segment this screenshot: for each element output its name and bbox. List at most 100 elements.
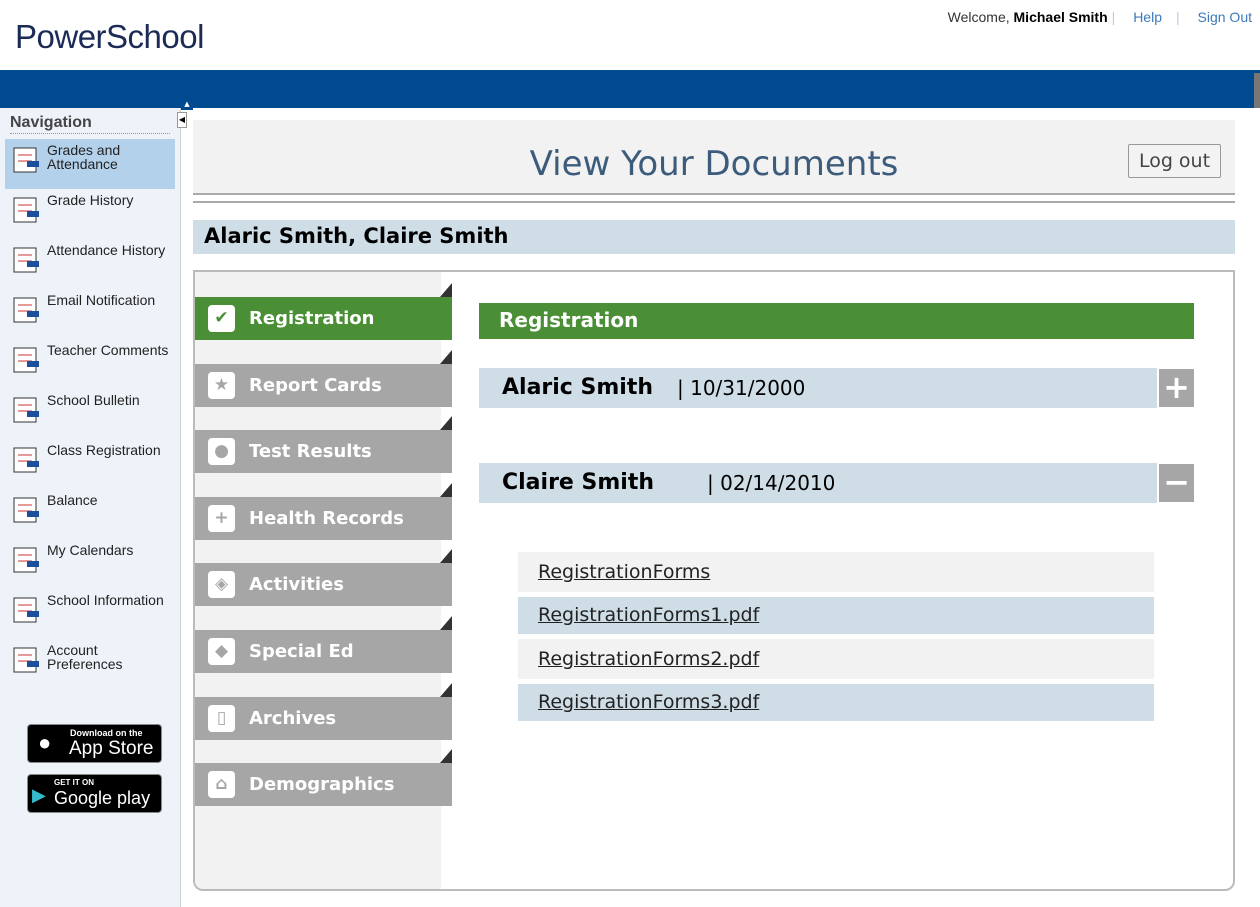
student-names: Alaric Smith, Claire Smith: [193, 220, 1235, 254]
sidebar-item[interactable]: School Bulletin: [5, 389, 175, 439]
tab-label: Activities: [249, 574, 344, 596]
tab-icon: ●: [208, 438, 235, 466]
preferences-icon: [11, 645, 41, 675]
tab-special-ed[interactable]: ◆ Special Ed: [195, 616, 452, 673]
user-name: Michael Smith: [1013, 9, 1108, 25]
attendance-history-icon: [11, 245, 41, 275]
sidebar-item-label: My Calendars: [47, 542, 134, 558]
tab-fold: [440, 283, 452, 297]
email-icon: [11, 295, 41, 325]
tab-icon: ▯: [208, 704, 235, 732]
sidebar-item[interactable]: School Information: [5, 589, 175, 639]
google-play-badge[interactable]: ▶ GET IT ON Google play: [27, 774, 162, 813]
expand-button[interactable]: +: [1159, 369, 1194, 407]
top-nav: Welcome, Michael Smith | Help | Sign Out: [947, 9, 1252, 25]
tab-fold: [440, 616, 452, 630]
document-link[interactable]: RegistrationForms1.pdf: [538, 604, 759, 626]
tab-label: Special Ed: [249, 641, 354, 662]
badge-small-text: GET IT ON: [54, 778, 94, 787]
school-icon: [11, 595, 41, 625]
student-name: Alaric Smith: [502, 375, 653, 400]
scrollbar[interactable]: [1254, 73, 1260, 108]
collapse-sidebar-icon[interactable]: ◀: [177, 112, 187, 128]
student-row: Claire Smith | 02/14/2010: [479, 463, 1157, 503]
sidebar-item-label: School Bulletin: [47, 392, 140, 408]
sidebar-item-label: Teacher Comments: [47, 342, 169, 358]
class-registration-icon: [11, 445, 41, 475]
tab-fold: [440, 549, 452, 564]
sidebar-item-label: Grade History: [47, 192, 134, 208]
comments-icon: [11, 345, 41, 375]
apple-icon: ●: [38, 730, 52, 755]
birth-date: | 10/31/2000: [677, 376, 806, 400]
powerschool-logo[interactable]: PowerSchool: [15, 18, 204, 56]
sidebar-item[interactable]: Grades and Attendance: [5, 139, 175, 189]
tab-fold: [440, 482, 452, 497]
badge-big-text: App Store: [69, 738, 154, 759]
tab-label: Registration: [249, 308, 375, 329]
welcome-text: Welcome,: [947, 9, 1010, 25]
sidebar: Navigation Grades and Attendance Grade Hi…: [0, 108, 181, 907]
sidebar-item-label: Class Registration: [47, 442, 161, 458]
student-row: Alaric Smith | 10/31/2000: [479, 368, 1157, 408]
sidebar-item[interactable]: Attendance History: [5, 239, 175, 289]
document-row: RegistrationForms1.pdf: [518, 597, 1154, 634]
help-link[interactable]: Help: [1133, 9, 1162, 25]
grade-history-icon: [11, 195, 41, 225]
document-link[interactable]: RegistrationForms: [538, 561, 710, 583]
tab-demographics[interactable]: ⌂ Demographics: [195, 749, 452, 807]
tab-fold: [440, 416, 452, 431]
app-store-badge[interactable]: ● Download on the App Store: [27, 724, 162, 763]
document-link[interactable]: RegistrationForms2.pdf: [538, 648, 759, 670]
documents-panel: ✔ Registration ★ Report Cards ● Test Results +…: [193, 270, 1235, 891]
collapse-button[interactable]: −: [1159, 464, 1194, 502]
tab-activities[interactable]: ◈ Activities: [195, 549, 452, 607]
tab-fold: [440, 349, 452, 364]
badge-big-text: Google play: [54, 788, 151, 808]
birth-date: | 02/14/2010: [707, 471, 836, 495]
sidebar-item[interactable]: Balance: [5, 489, 175, 539]
tab-icon: ✔: [208, 305, 235, 332]
tab-icon: ◈: [208, 571, 235, 599]
tab-icon: ◆: [208, 638, 235, 665]
tab-health-records[interactable]: + Health Records: [195, 482, 452, 540]
sidebar-item[interactable]: Grade History: [5, 189, 175, 239]
title-area: View Your Documents Log out: [193, 120, 1235, 195]
sidebar-item[interactable]: Email Notification: [5, 289, 175, 339]
log-out-button[interactable]: Log out: [1128, 144, 1221, 178]
tab-registration[interactable]: ✔ Registration: [195, 283, 452, 340]
tab-label: Demographics: [249, 774, 395, 796]
sign-out-link[interactable]: Sign Out: [1198, 9, 1252, 25]
section-header: Registration: [479, 303, 1194, 339]
tab-label: Report Cards: [249, 374, 382, 396]
tab-icon: ⌂: [208, 771, 235, 799]
tab-fold: [440, 749, 452, 764]
bulletin-icon: [11, 395, 41, 425]
tab-icon: ★: [208, 371, 235, 399]
sidebar-item-label: Account Preferences: [47, 642, 123, 672]
tab-archives[interactable]: ▯ Archives: [195, 682, 452, 740]
document-row: RegistrationForms3.pdf: [518, 684, 1154, 721]
sidebar-item[interactable]: Teacher Comments: [5, 339, 175, 389]
sidebar-item-label: School Information: [47, 592, 164, 608]
sidebar-item-label: Attendance History: [47, 242, 166, 258]
document-link[interactable]: RegistrationForms3.pdf: [538, 691, 759, 713]
tab-fold: [440, 682, 452, 697]
sidebar-item[interactable]: Account Preferences: [5, 639, 175, 689]
tab-label: Health Records: [249, 507, 404, 529]
tab-label: Archives: [249, 707, 337, 729]
sidebar-item-label: Email Notification: [47, 292, 156, 308]
page-title: View Your Documents: [529, 144, 899, 184]
tab-icon: +: [208, 504, 235, 532]
sidebar-item[interactable]: My Calendars: [5, 539, 175, 589]
google-play-icon: ▶: [32, 785, 46, 805]
sidebar-item-label: Grades and Attendance: [47, 142, 121, 172]
tab-test-results[interactable]: ● Test Results: [195, 416, 452, 474]
tab-report-cards[interactable]: ★ Report Cards: [195, 349, 452, 407]
document-row: RegistrationForms: [518, 552, 1154, 592]
student-name: Claire Smith: [502, 470, 654, 495]
divider: [193, 201, 1235, 203]
document-row: RegistrationForms2.pdf: [518, 639, 1154, 679]
sidebar-item[interactable]: Class Registration: [5, 439, 175, 489]
collapse-up-icon[interactable]: ▲: [181, 100, 193, 110]
